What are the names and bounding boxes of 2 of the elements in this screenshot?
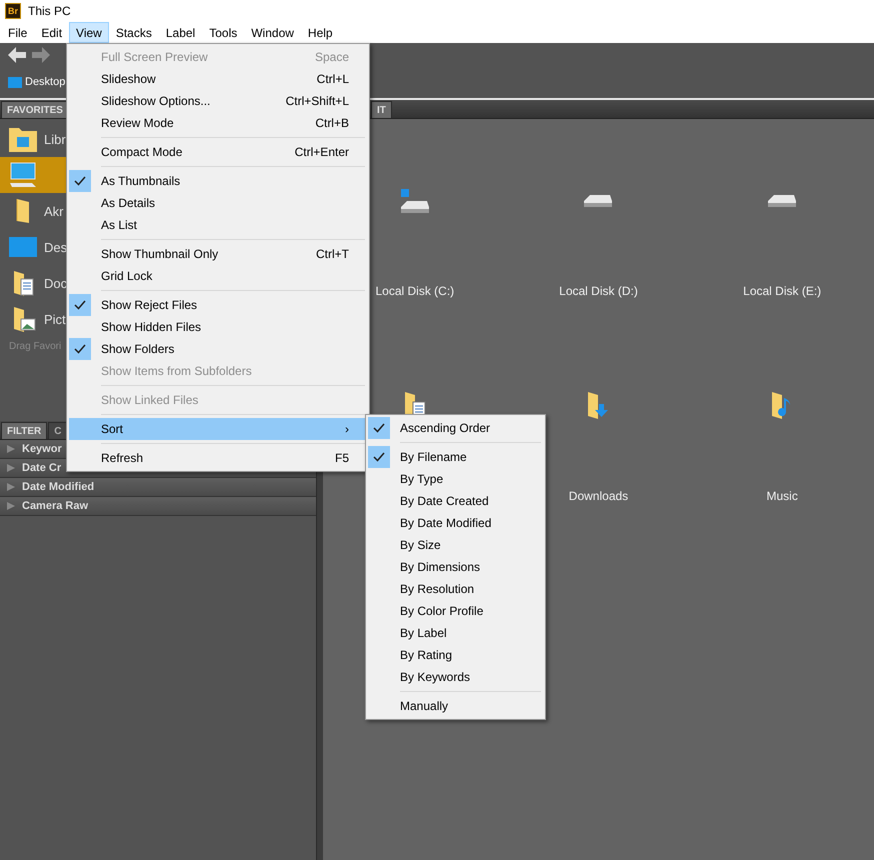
window-title: This PC — [28, 4, 71, 18]
app-logo: Br — [5, 3, 21, 19]
